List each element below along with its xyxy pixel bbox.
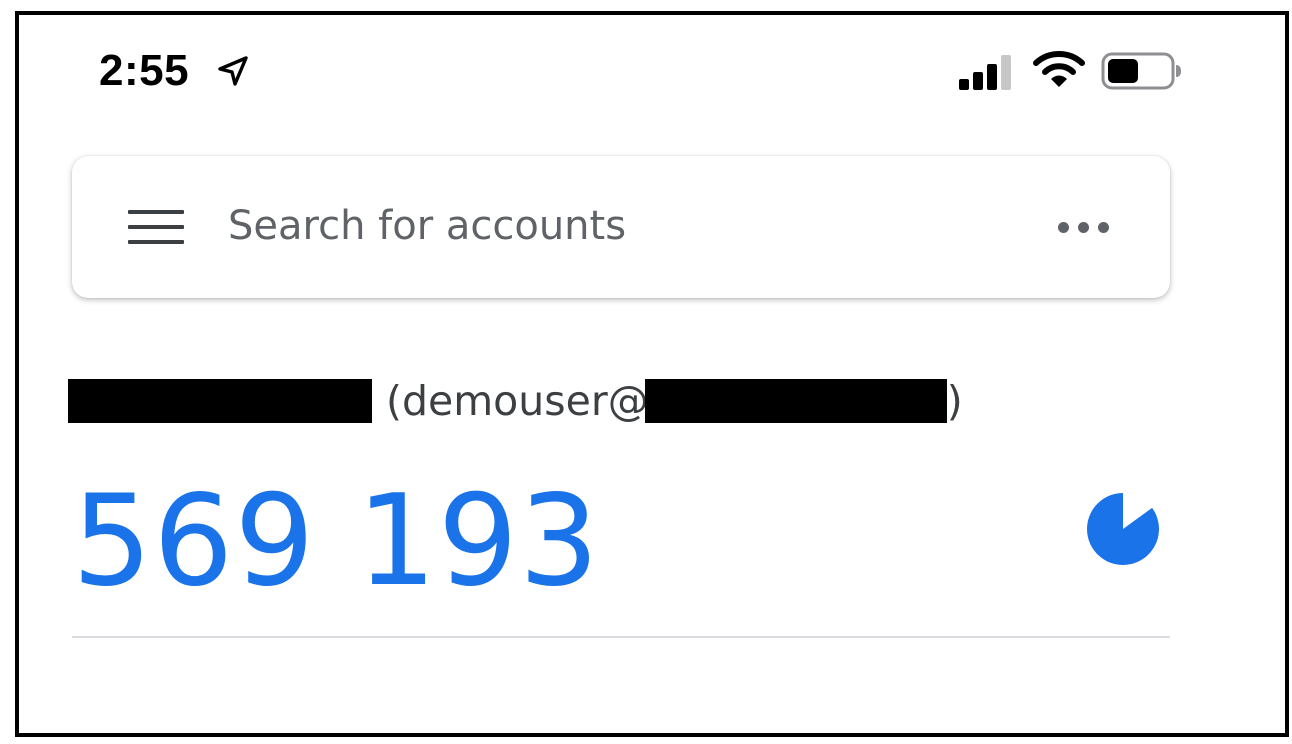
status-time: 2:55	[99, 46, 190, 95]
status-bar: 2:55	[19, 15, 1285, 125]
search-input[interactable]	[228, 196, 1008, 256]
hamburger-menu-icon[interactable]	[128, 210, 184, 246]
account-email-suffix: )	[946, 377, 963, 425]
search-bar[interactable]	[72, 156, 1170, 298]
otp-code[interactable]: 569 193	[72, 471, 600, 611]
account-label: (demouser@)	[68, 373, 963, 429]
divider	[72, 636, 1170, 638]
wifi-icon	[1033, 51, 1085, 87]
account-entry[interactable]: (demouser@) 569 193	[68, 373, 1188, 643]
account-email-prefix: (demouser@	[386, 377, 649, 425]
battery-icon	[1101, 52, 1181, 90]
phone-screen: 2:55 Search for accounts (demouser@) 56…	[15, 11, 1289, 737]
location-arrow-icon	[218, 56, 248, 86]
redacted-name	[68, 379, 372, 423]
countdown-timer-icon	[1086, 493, 1159, 565]
redacted-domain	[644, 379, 947, 423]
cellular-signal-icon	[959, 55, 1011, 90]
more-horizontal-icon[interactable]	[1056, 214, 1112, 240]
